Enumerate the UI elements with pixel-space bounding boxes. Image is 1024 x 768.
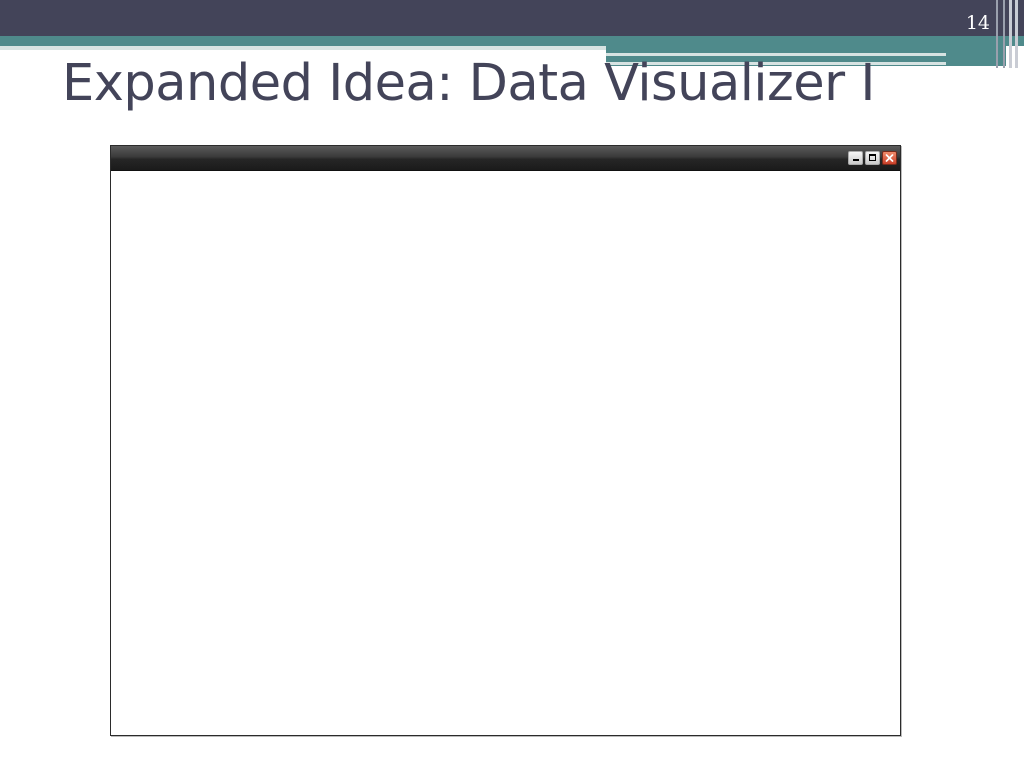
slide-title: Expanded Idea: Data Visualizer I [62,54,875,113]
minimize-button[interactable] [848,151,863,165]
maximize-button[interactable] [865,151,880,165]
app-window [110,145,901,736]
minimize-icon [853,159,859,161]
close-icon [885,154,894,162]
edge-stripe [1003,0,1005,68]
edge-stripe [996,0,998,68]
maximize-icon [869,154,876,161]
window-titlebar[interactable] [111,146,900,171]
window-content-area[interactable] [111,171,900,735]
edge-stripe [1009,0,1012,68]
header-dark-band [0,0,1024,36]
slide-number: 14 [965,12,990,34]
close-button[interactable] [882,151,897,165]
window-controls [848,151,897,165]
header-accent-line [0,46,606,50]
edge-stripe [1015,0,1018,68]
header-teal-band [0,36,1024,46]
